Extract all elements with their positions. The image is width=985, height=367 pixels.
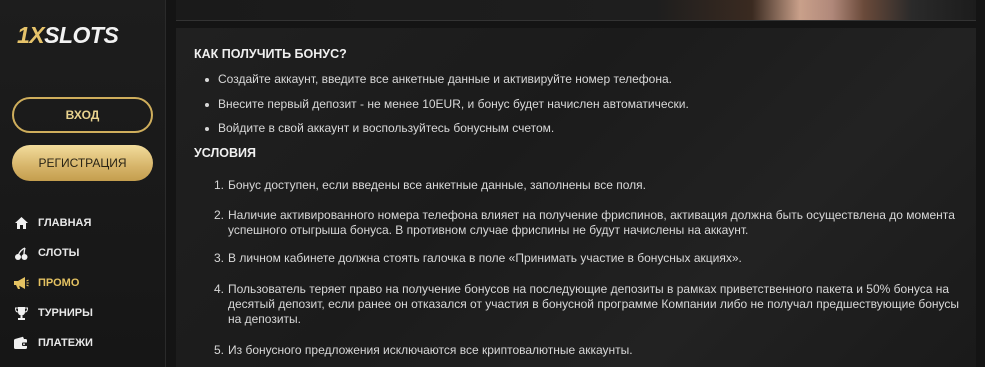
- list-item: Внесите первый депозит - не менее 10EUR,…: [205, 97, 689, 111]
- trophy-icon: [12, 305, 30, 321]
- condition-item: 1. Бонус доступен, если введены все анкет…: [214, 178, 964, 193]
- sidebar-item-tournaments[interactable]: ТУРНИРЫ: [12, 298, 162, 328]
- conditions-title: УСЛОВИЯ: [194, 146, 256, 160]
- condition-text: Наличие активированного номера телефона …: [228, 208, 955, 237]
- cherries-icon: [12, 245, 30, 261]
- sidebar-item-home[interactable]: ГЛАВНАЯ: [12, 208, 162, 238]
- sidebar-item-label: ПРОМО: [38, 277, 80, 289]
- condition-number: 2.: [214, 208, 225, 222]
- register-button[interactable]: РЕГИСТРАЦИЯ: [12, 145, 153, 181]
- page: 1XSLOTS ВХОД РЕГИСТРАЦИЯ ГЛАВНАЯ СЛОТЫ П…: [0, 0, 985, 367]
- condition-number: 1.: [214, 178, 225, 192]
- sidebar-item-label: ТУРНИРЫ: [38, 307, 93, 319]
- condition-text: Пользователь теряет право на получение б…: [228, 282, 960, 326]
- condition-item: 5. Из бонусного предложения исключаются в…: [214, 343, 964, 358]
- condition-number: 4.: [214, 282, 225, 296]
- megaphone-icon: [12, 275, 30, 291]
- bonus-info-panel: КАК ПОЛУЧИТЬ БОНУС? Создайте аккаунт, вв…: [176, 28, 976, 367]
- condition-item: 3. В личном кабинете должна стоять галочк…: [214, 251, 964, 266]
- list-item: Войдите в свой аккаунт и воспользуйтесь …: [204, 121, 555, 135]
- condition-number: 3.: [214, 251, 225, 265]
- list-item: Создайте аккаунт, введите все анкетные д…: [205, 72, 672, 86]
- how-to-get-bonus-title: КАК ПОЛУЧИТЬ БОНУС?: [194, 47, 347, 61]
- sidebar-item-promo[interactable]: ПРОМО: [12, 268, 162, 298]
- condition-text: В личном кабинете должна стоять галочка …: [228, 251, 742, 265]
- condition-text: Из бонусного предложения исключаются все…: [228, 343, 633, 357]
- sidebar-nav: ГЛАВНАЯ СЛОТЫ ПРОМО ТУРНИРЫ ПЛАТЕЖИ: [12, 208, 162, 358]
- promo-banner-image: [176, 0, 976, 21]
- condition-item: 4. Пользователь теряет право на получение…: [214, 282, 964, 327]
- sidebar-item-payments[interactable]: ПЛАТЕЖИ: [12, 328, 162, 358]
- sidebar-item-label: СЛОТЫ: [38, 247, 80, 259]
- login-button[interactable]: ВХОД: [12, 97, 153, 133]
- sidebar-item-label: ГЛАВНАЯ: [38, 217, 92, 229]
- sidebar-item-label: ПЛАТЕЖИ: [38, 337, 93, 349]
- logo-suffix: SLOTS: [44, 22, 119, 48]
- condition-item: 2. Наличие активированного номера телефон…: [214, 208, 964, 238]
- condition-text: Бонус доступен, если введены все анкетны…: [228, 178, 646, 192]
- sidebar-item-slots[interactable]: СЛОТЫ: [12, 238, 162, 268]
- condition-number: 5.: [214, 343, 225, 357]
- wallet-icon: [12, 335, 30, 351]
- home-icon: [12, 215, 30, 231]
- sidebar: 1XSLOTS ВХОД РЕГИСТРАЦИЯ ГЛАВНАЯ СЛОТЫ П…: [0, 0, 166, 367]
- logo-prefix: 1X: [17, 22, 45, 48]
- logo[interactable]: 1XSLOTS: [17, 22, 119, 49]
